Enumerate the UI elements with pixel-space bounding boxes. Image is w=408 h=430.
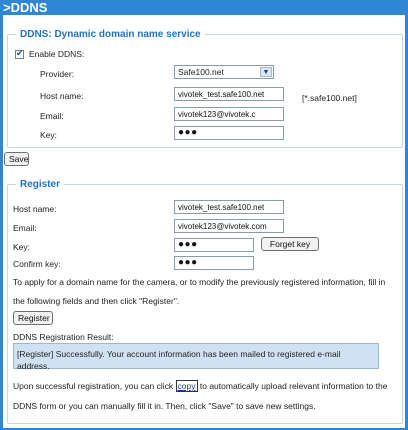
provider-label: Provider: (40, 69, 75, 79)
hostname-hint: [*.safe100.net] (302, 93, 357, 103)
register-key-label: Key: (13, 242, 31, 252)
register-email-input[interactable]: vivotek123@vivotek.com (174, 219, 284, 233)
registration-result-text: [Register] Successfully. Your account in… (17, 349, 341, 371)
ddns-legend: DDNS: Dynamic domain name service (16, 28, 205, 41)
enable-ddns-checkbox[interactable]: ✔ (15, 48, 24, 59)
footer-line-1-post: to automatically upload relevant informa… (199, 381, 388, 391)
registration-result-box: [Register] Successfully. Your account in… (13, 343, 379, 371)
chevron-down-icon: ▼ (260, 67, 272, 77)
registration-result-label: DDNS Registration Result: (13, 332, 114, 342)
confirm-key-label: Confirm key: (13, 259, 61, 269)
enable-ddns-label: Enable DDNS: (29, 49, 85, 59)
register-hostname-input[interactable]: vivotek_test.safe100.net (174, 200, 284, 214)
check-icon: ✔ (16, 48, 24, 58)
footer-line-1: Upon successful registration, you can cl… (13, 380, 387, 392)
copy-link[interactable]: copy (175, 380, 198, 392)
save-button[interactable]: Save (4, 152, 29, 166)
email-input[interactable]: vivotek123@vivotek.c (174, 107, 284, 121)
provider-select[interactable]: Safe100.net ▼ (174, 65, 274, 79)
email-label: Email: (40, 111, 64, 121)
register-key-input[interactable]: ●●● (174, 238, 254, 252)
footer-line-1-pre: Upon successful registration, you can cl… (13, 381, 174, 391)
register-legend: Register (16, 178, 65, 191)
key-input[interactable]: ●●● (174, 126, 284, 140)
forget-key-button[interactable]: Forget key (261, 237, 319, 251)
register-hostname-label: Host name: (13, 204, 57, 214)
hostname-label: Host name: (40, 91, 84, 101)
hostname-input[interactable]: vivotek_test.safe100.net (174, 87, 284, 101)
frame-left-edge (0, 15, 3, 430)
instruction-line-1: To apply for a domain name for the camer… (13, 277, 386, 287)
confirm-key-input[interactable]: ●●● (174, 256, 254, 270)
register-button[interactable]: Register (13, 311, 53, 325)
page-title: >DDNS (0, 0, 408, 15)
footer-line-2: DDNS form or you can manually fill it in… (13, 401, 316, 411)
register-email-label: Email: (13, 223, 37, 233)
instruction-line-2: the following fields and then click "Reg… (13, 296, 180, 306)
provider-value: Safe100.net (178, 67, 224, 77)
key-label: Key: (40, 130, 58, 140)
